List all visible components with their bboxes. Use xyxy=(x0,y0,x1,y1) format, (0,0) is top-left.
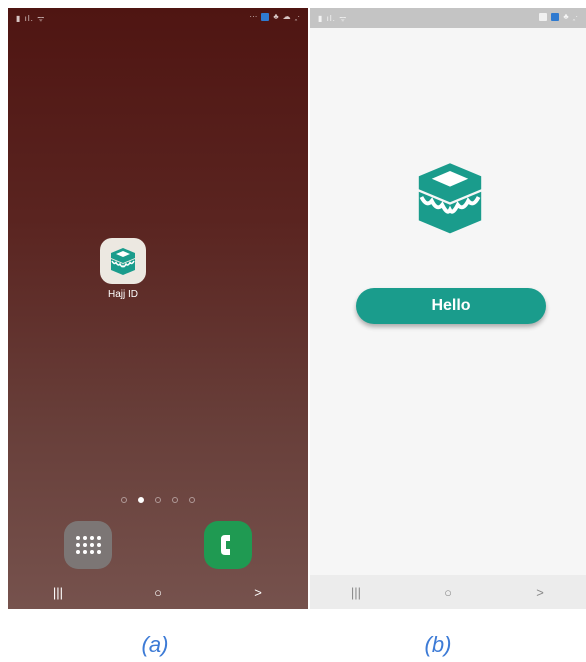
page-dot-active[interactable] xyxy=(138,497,144,503)
page-dot[interactable] xyxy=(172,497,178,503)
kaaba-icon xyxy=(111,248,135,275)
more-icon: ··· xyxy=(249,12,258,21)
hello-button[interactable]: Hello xyxy=(356,288,546,324)
signal-icon: ▮ ıl. ᯤ xyxy=(318,14,348,23)
back-button[interactable]: > xyxy=(233,585,283,600)
app-screen: ▮ ıl. ᯤ ♣ ꞈ· Hello ||| ○ > xyxy=(310,8,586,609)
back-button[interactable]: > xyxy=(515,585,565,600)
notification-icon xyxy=(551,12,560,21)
navigation-bar: ||| ○ > xyxy=(310,575,586,609)
recents-button[interactable]: ||| xyxy=(33,585,83,600)
page-indicator xyxy=(8,497,308,503)
clock-icon: ꞈ· xyxy=(294,12,300,21)
page-dot[interactable] xyxy=(155,497,161,503)
navigation-bar: ||| ○ > xyxy=(8,575,308,609)
apps-grid-icon xyxy=(76,536,101,554)
hajj-id-app-icon[interactable] xyxy=(100,238,146,284)
phone-icon xyxy=(221,535,230,555)
recents-button[interactable]: ||| xyxy=(331,585,381,600)
kaaba-logo-icon xyxy=(418,163,482,234)
caption-a: (a) xyxy=(141,632,169,657)
cloud-icon: ☁ xyxy=(282,12,291,21)
status-icons: ♣ ꞈ· xyxy=(539,12,578,21)
notification-icon xyxy=(539,12,548,21)
clock-icon: ꞈ· xyxy=(572,12,578,21)
notification-icon: ♣ xyxy=(273,12,279,21)
signal-icon: ▮ ıl. ᯤ xyxy=(16,14,46,23)
page-dot[interactable] xyxy=(121,497,127,503)
home-button[interactable]: ○ xyxy=(423,585,473,600)
status-bar: ▮ ıl. ᯤ ♣ ꞈ· xyxy=(310,8,586,28)
apps-drawer-button[interactable] xyxy=(64,521,112,569)
home-button[interactable]: ○ xyxy=(133,585,183,600)
status-icons: ··· ♣ ☁ ꞈ· xyxy=(249,12,300,21)
app-label: Hajj ID xyxy=(107,289,138,300)
status-bar: ▮ ıl. ᯤ ··· ♣ ☁ ꞈ· xyxy=(8,8,308,28)
notification-icon: ♣ xyxy=(563,12,569,21)
notification-icon xyxy=(261,12,270,21)
page-dot[interactable] xyxy=(189,497,195,503)
phone-app-button[interactable] xyxy=(204,521,252,569)
caption-b: (b) xyxy=(424,632,452,657)
home-screen: ▮ ıl. ᯤ ··· ♣ ☁ ꞈ· Hajj ID ||| ○ > xyxy=(8,8,308,609)
